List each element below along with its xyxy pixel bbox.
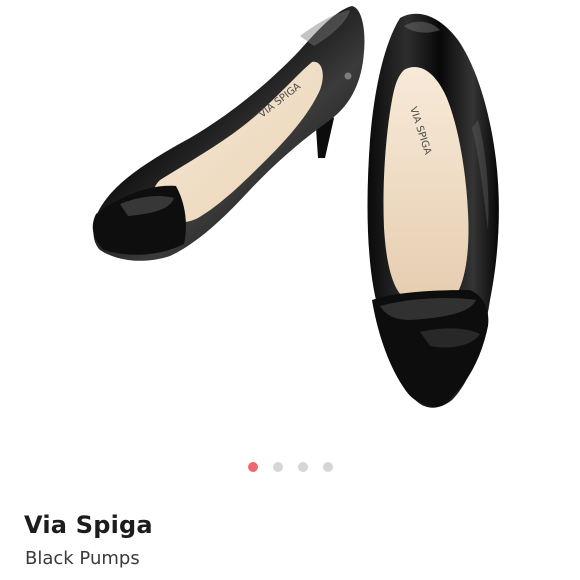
carousel-dot-1[interactable] — [247, 462, 258, 472]
product-brand[interactable]: Via Spiga — [24, 509, 153, 541]
right-shoe: VIA SPIGA — [367, 13, 499, 408]
carousel-dot-2[interactable] — [272, 462, 283, 472]
carousel-dot-4[interactable] — [322, 462, 333, 472]
product-page: VIA SPIGA VIA SPIGA Via Spiga Black Pump… — [0, 0, 580, 580]
product-photo[interactable]: VIA SPIGA VIA SPIGA — [0, 0, 580, 450]
image-carousel-indicator — [0, 461, 580, 473]
carousel-dot-3[interactable] — [297, 462, 308, 472]
left-shoe: VIA SPIGA — [92, 6, 365, 261]
product-title: Black Pumps — [25, 548, 140, 569]
left-toe-strap — [92, 185, 186, 255]
